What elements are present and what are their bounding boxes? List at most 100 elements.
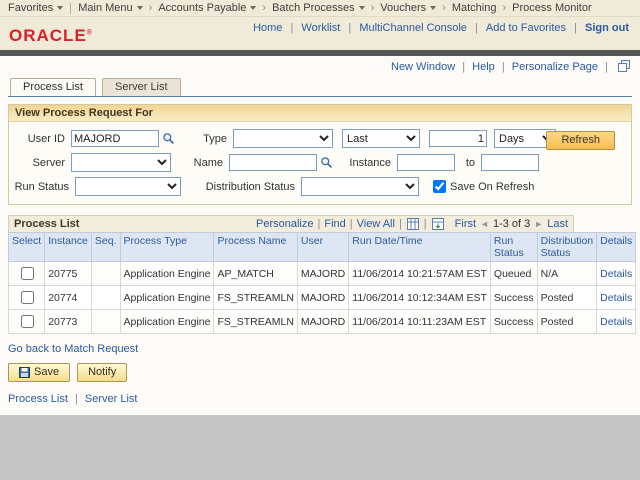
tab-process-list[interactable]: Process List: [10, 78, 96, 96]
run-status-select[interactable]: [75, 177, 181, 196]
brand-header: ORACLE® Home | Worklist | MultiChannel C…: [0, 17, 640, 50]
cell-instance: 20773: [45, 310, 92, 334]
personalize-link[interactable]: Personalize: [256, 218, 313, 230]
registered-mark: ®: [87, 29, 93, 36]
header-link-add-to-favorites[interactable]: Add to Favorites: [486, 22, 566, 34]
instance-label: Instance: [333, 157, 397, 169]
last-select[interactable]: Last: [342, 129, 420, 148]
breadcrumb-item-matching[interactable]: Matching: [452, 2, 497, 14]
first-link[interactable]: First: [455, 218, 476, 230]
breadcrumb-item-favorites[interactable]: Favorites: [8, 2, 63, 14]
to-label: to: [455, 157, 481, 169]
name-input[interactable]: [229, 154, 317, 171]
dropdown-arrow-icon: [137, 6, 143, 10]
column-header-details[interactable]: Details: [597, 233, 636, 262]
cell-run-datetime: 11/06/2014 10:21:57AM EST: [349, 262, 491, 286]
instance-to-input[interactable]: [481, 154, 539, 171]
grid-toolbar: Personalize | Find | View All | |: [256, 218, 445, 230]
separator: |: [317, 218, 320, 230]
column-header-select[interactable]: Select: [9, 233, 45, 262]
download-icon[interactable]: [432, 218, 444, 230]
breadcrumb-separator: ›: [442, 2, 446, 14]
header-links: Home | Worklist | MultiChannel Console |…: [252, 22, 630, 34]
row-select-checkbox[interactable]: [21, 267, 34, 280]
column-header-process-name[interactable]: Process Name: [214, 233, 297, 262]
new-window-link[interactable]: New Window: [391, 61, 455, 73]
find-link[interactable]: Find: [324, 218, 345, 230]
row-select-checkbox[interactable]: [21, 291, 34, 304]
separator: |: [424, 218, 427, 230]
save-on-refresh-field: Save On Refresh: [433, 180, 534, 193]
bottom-link-process-list[interactable]: Process List: [8, 393, 68, 405]
last-link[interactable]: Last: [547, 218, 568, 230]
bottom-link-server-list[interactable]: Server List: [85, 393, 138, 405]
cell-user: MAJORD: [297, 262, 348, 286]
breadcrumb-label: Favorites: [8, 2, 53, 14]
tab-bar: Process List Server List: [8, 75, 632, 97]
view-process-request-groupbox: View Process Request For User ID Type La…: [8, 104, 632, 205]
breadcrumb-item-main-menu[interactable]: Main Menu: [78, 2, 142, 14]
save-button[interactable]: Save: [8, 363, 70, 382]
breadcrumb-item-accounts-payable[interactable]: Accounts Payable: [158, 2, 256, 14]
separator: |: [605, 61, 608, 73]
column-header-seq[interactable]: Seq.: [91, 233, 120, 262]
details-link[interactable]: Details: [600, 316, 632, 328]
cell-seq: [91, 286, 120, 310]
table-row: 20773 Application Engine FS_STREAMLN MAJ…: [9, 310, 636, 334]
cell-distribution-status: Posted: [537, 310, 597, 334]
breadcrumb-label: Main Menu: [78, 2, 132, 14]
tab-server-list[interactable]: Server List: [102, 78, 181, 96]
distribution-status-select[interactable]: [301, 177, 419, 196]
breadcrumb-label: Process Monitor: [512, 2, 591, 14]
notify-button[interactable]: Notify: [77, 363, 127, 382]
details-link[interactable]: Details: [600, 292, 632, 304]
zoom-grid-icon[interactable]: [407, 218, 419, 230]
details-link[interactable]: Details: [600, 268, 632, 280]
column-header-user[interactable]: User: [297, 233, 348, 262]
content-area: New Window | Help | Personalize Page | P…: [0, 56, 640, 415]
name-lookup-icon[interactable]: [320, 156, 333, 169]
breadcrumb-item-batch-processes[interactable]: Batch Processes: [272, 2, 365, 14]
row-select-checkbox[interactable]: [21, 315, 34, 328]
groupbox-title: View Process Request For: [9, 105, 631, 122]
cell-instance: 20774: [45, 286, 92, 310]
grid-pagination: First ◄ 1-3 of 3 ► Last: [455, 218, 568, 230]
column-header-run-datetime[interactable]: Run Date/Time: [349, 233, 491, 262]
server-select[interactable]: [71, 153, 171, 172]
view-all-link[interactable]: View All: [357, 218, 395, 230]
form-row-2: Server Name Instance to: [11, 153, 625, 172]
instance-from-input[interactable]: [397, 154, 455, 171]
previous-page-icon[interactable]: ◄: [480, 219, 489, 229]
cell-user: MAJORD: [297, 286, 348, 310]
type-select[interactable]: [233, 129, 333, 148]
last-count-input[interactable]: [429, 130, 487, 147]
save-on-refresh-checkbox[interactable]: [433, 180, 446, 193]
notify-button-label: Notify: [88, 366, 116, 378]
personalize-page-link[interactable]: Personalize Page: [512, 61, 598, 73]
column-header-process-type[interactable]: Process Type: [120, 233, 214, 262]
cell-run-status: Success: [490, 310, 537, 334]
refresh-button[interactable]: Refresh: [546, 131, 615, 150]
breadcrumb-separator: ›: [262, 2, 266, 14]
next-page-icon[interactable]: ►: [534, 219, 543, 229]
cell-process-name: AP_MATCH: [214, 262, 297, 286]
breadcrumb-item-vouchers[interactable]: Vouchers: [380, 2, 436, 14]
header-link-home[interactable]: Home: [253, 22, 282, 34]
user-id-lookup-icon[interactable]: [162, 132, 175, 145]
user-id-input[interactable]: [71, 130, 159, 147]
go-back-link[interactable]: Go back to Match Request: [8, 343, 138, 355]
sign-out-link[interactable]: Sign out: [585, 22, 629, 34]
grid-titlebar: Process List Personalize | Find | View A…: [8, 215, 574, 232]
process-list-table: Select Instance Seq. Process Type Proces…: [8, 232, 636, 334]
help-link[interactable]: Help: [472, 61, 495, 73]
header-link-worklist[interactable]: Worklist: [301, 22, 340, 34]
copy-url-icon[interactable]: [618, 60, 630, 72]
breadcrumb-separator: ›: [371, 2, 375, 14]
column-header-instance[interactable]: Instance: [45, 233, 92, 262]
header-link-multichannel-console[interactable]: MultiChannel Console: [359, 22, 467, 34]
run-status-label: Run Status: [11, 181, 75, 193]
server-label: Server: [11, 157, 71, 169]
breadcrumb-label: Vouchers: [380, 2, 426, 14]
column-header-distribution-status[interactable]: Distribution Status: [537, 233, 597, 262]
column-header-run-status[interactable]: Run Status: [490, 233, 537, 262]
